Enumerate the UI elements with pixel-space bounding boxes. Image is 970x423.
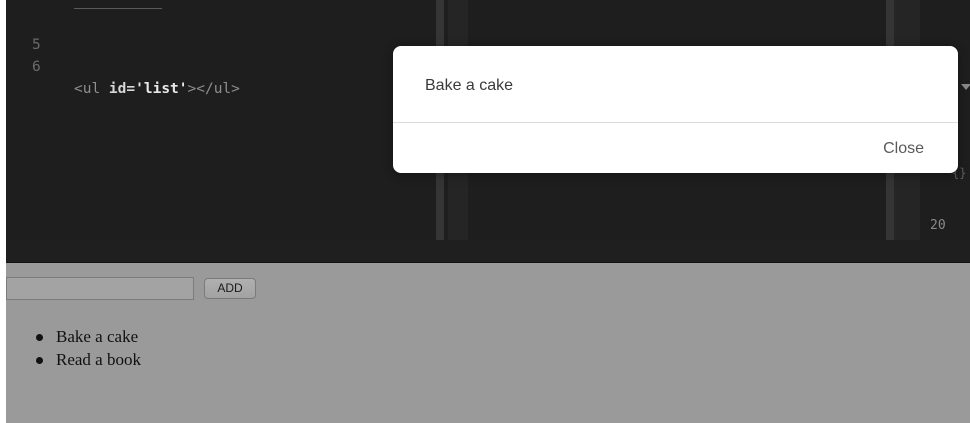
code-block: 5 6 <ul id='list'></ul> [6, 12, 426, 97]
scrolled-line-underline [74, 8, 162, 9]
todo-list: Bake a cake Read a book [36, 325, 141, 371]
line-number: 6 [32, 59, 41, 75]
fold-arrow-icon[interactable] [961, 84, 970, 90]
add-button[interactable]: ADD [204, 278, 256, 299]
dialog-divider [393, 122, 958, 123]
list-item[interactable]: Read a book [36, 348, 141, 371]
list-item-label: Read a book [56, 350, 141, 369]
code-text: <ul id='list'></ul> [74, 78, 240, 100]
code-token-attr: id= [108, 81, 136, 97]
html-editor-pane[interactable]: 5 6 <ul id='list'></ul> [6, 0, 448, 240]
line-number: 20 [930, 218, 946, 233]
code-token-value: 'list' [135, 81, 188, 97]
dialog-message: Bake a cake [425, 77, 514, 94]
list-item[interactable]: Bake a cake [36, 325, 141, 348]
code-line-6: 6 <ul id='list'></ul> [6, 34, 426, 97]
code-line-5: 5 [6, 12, 426, 53]
editor-bottom-bar [6, 240, 970, 263]
code-token-tag-close: ></ul> [187, 81, 240, 97]
todo-input[interactable] [6, 277, 194, 300]
list-item-label: Bake a cake [56, 327, 139, 346]
code-token-tag-open: <ul [74, 81, 109, 97]
alert-dialog: Bake a cake Close [393, 46, 958, 173]
output-preview: ADD Bake a cake Read a book [6, 263, 970, 423]
close-button[interactable]: Close [883, 140, 924, 158]
bullet-icon [36, 334, 43, 341]
bullet-icon [36, 357, 43, 364]
